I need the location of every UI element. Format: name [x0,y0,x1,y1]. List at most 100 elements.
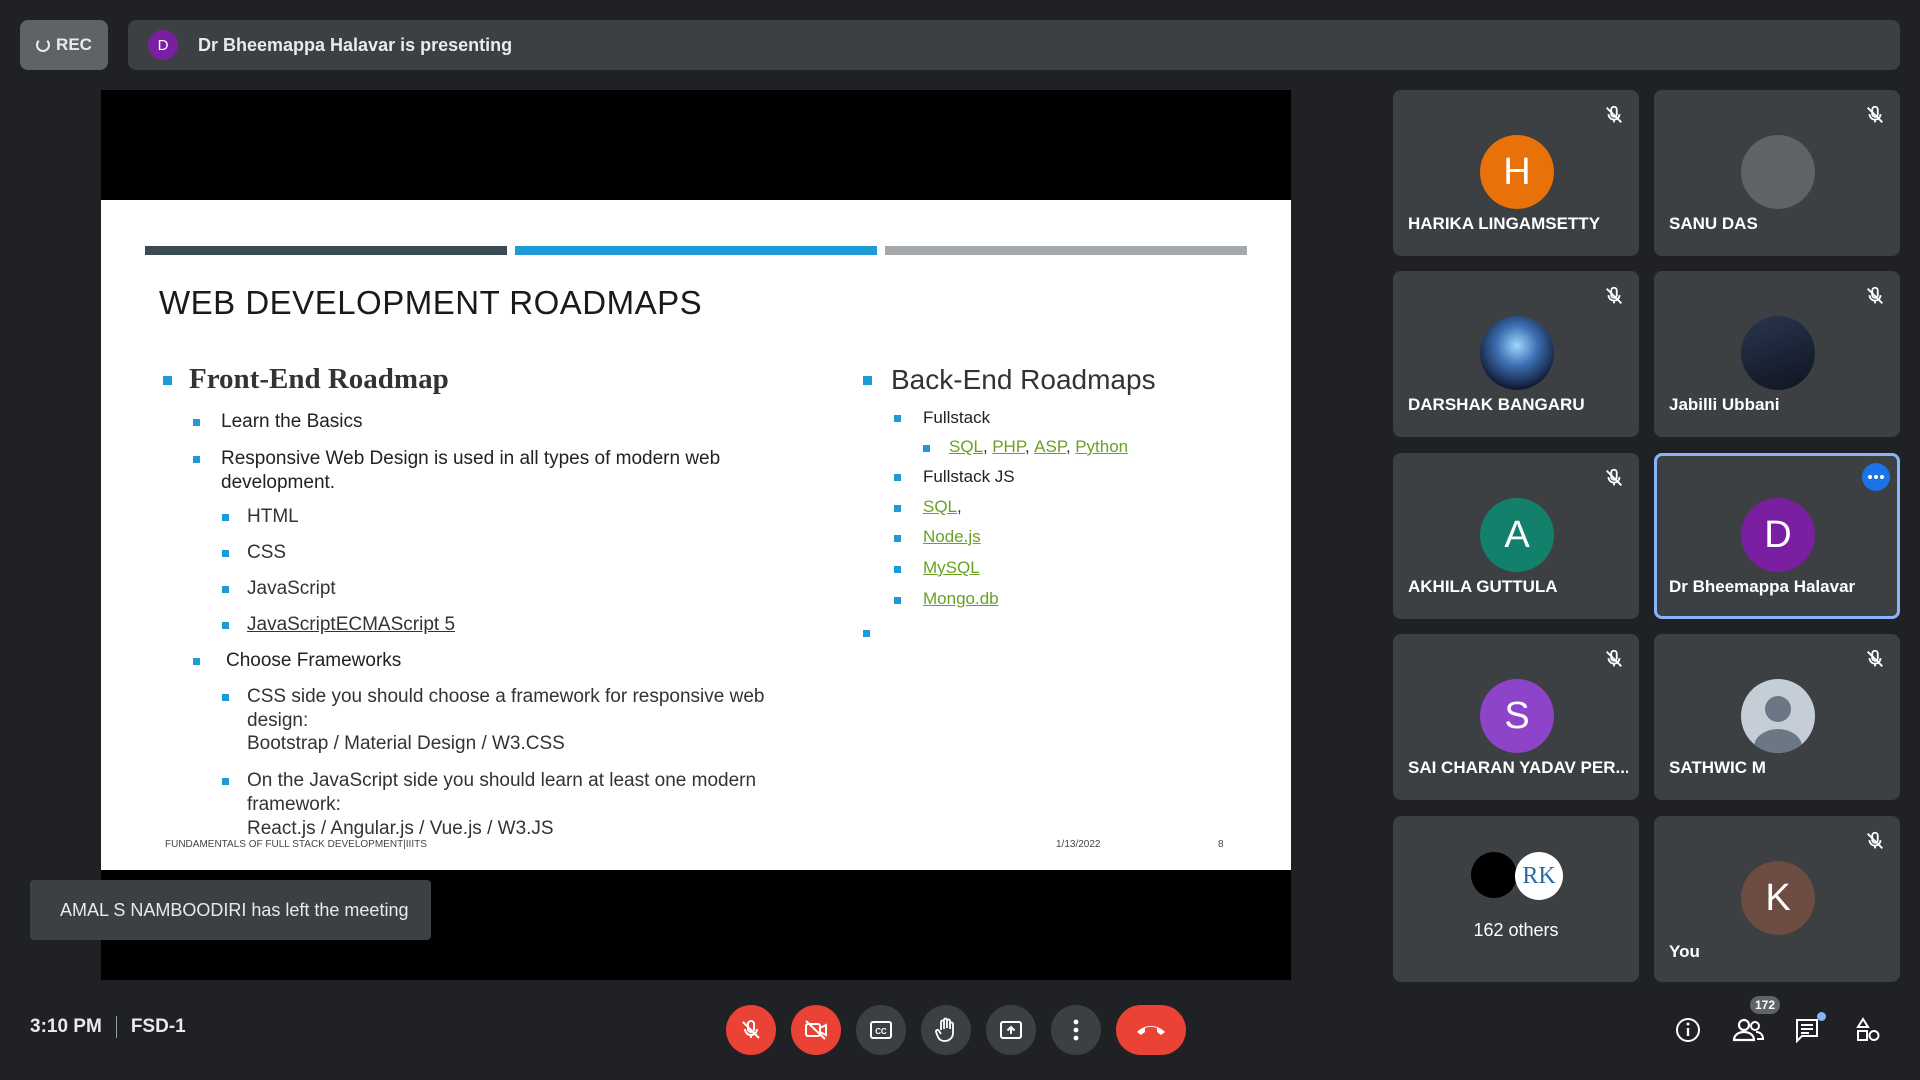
bullet [193,658,200,665]
svg-text:CC: CC [875,1027,887,1036]
activities-icon [1856,1017,1880,1041]
participant-tile[interactable]: SATHWIC M [1654,634,1900,800]
slide-stripe-dark [145,246,507,255]
asp-link[interactable]: ASP [1034,437,1066,456]
participant-tile-speaking[interactable]: D Dr Bheemappa Halavar [1654,453,1900,619]
comma: , [983,437,988,456]
mic-toggle-button[interactable] [726,1005,776,1055]
captions-icon: CC [870,1021,892,1039]
hang-up-icon [1137,1026,1165,1035]
bullet [222,778,229,785]
bullet [193,419,200,426]
slide-stripe-blue [515,246,877,255]
bullet [894,415,901,422]
bullet [222,622,229,629]
responsive-line1: Responsive Web Design is used in all typ… [221,448,721,469]
leave-call-button[interactable] [1116,1005,1186,1055]
slide-date: 1/13/2022 [1056,839,1101,850]
slide: WEB DEVELOPMENT ROADMAPS Front-End Roadm… [101,200,1291,870]
avatar [1480,316,1554,390]
participant-tile[interactable]: Jabilli Ubbani [1654,271,1900,437]
camera-toggle-button[interactable] [791,1005,841,1055]
avatar [1741,316,1815,390]
chat-icon [1796,1019,1818,1043]
participant-name: SAI CHARAN YADAV PER... [1408,758,1628,777]
bullet [222,694,229,701]
avatar: S [1480,679,1554,753]
mic-off-icon [1606,649,1622,667]
bullet [222,586,229,593]
present-button[interactable] [986,1005,1036,1055]
bullet [863,376,872,385]
camera-off-icon [805,1020,827,1040]
participant-tile[interactable]: DARSHAK BANGARU [1393,271,1639,437]
participant-name: SATHWIC M [1669,758,1766,777]
others-count: 162 others [1473,920,1559,940]
html-item: HTML [247,506,299,527]
comma: , [957,497,962,516]
mic-off-icon [1867,649,1883,667]
mic-off-icon [1867,286,1883,304]
sql-link[interactable]: SQL [949,437,983,456]
others-avatar-1 [1471,852,1517,898]
others-tile[interactable]: RK 162 others [1393,816,1639,982]
divider [115,1016,117,1038]
bullet [894,505,901,512]
clock: 3:10 PM [30,1016,102,1037]
bullet [222,514,229,521]
javascript-item: JavaScript [247,578,336,599]
bullet [863,630,870,637]
meeting-details-button[interactable] [1672,1014,1704,1046]
js-framework-line3: React.js / Angular.js / Vue.js / W3.JS [247,818,554,839]
participant-name: Jabilli Ubbani [1669,395,1780,414]
mongodb-link[interactable]: Mongo.db [923,589,999,609]
nodejs-link[interactable]: Node.js [923,527,981,547]
recording-icon [36,38,51,52]
captions-button[interactable]: CC [856,1005,906,1055]
fullstack-links: SQL, PHP, ASP, Python [949,437,1128,457]
learn-basics-text: Learn the Basics [221,411,363,432]
participant-name: HARIKA LINGAMSETTY [1408,214,1601,233]
avatar: D [1741,498,1815,572]
mic-off-icon [1606,286,1622,304]
participant-tile[interactable]: SANU DAS [1654,90,1900,256]
activities-button[interactable] [1852,1014,1884,1046]
sql-link-2[interactable]: SQL [923,497,957,516]
bullet [163,376,172,385]
mic-off-icon [1867,831,1883,849]
default-user-icon [1741,679,1815,753]
people-button[interactable] [1732,1014,1764,1046]
participant-name: Dr Bheemappa Halavar [1669,577,1856,596]
mysql-link[interactable]: MySQL [923,558,980,578]
avatar: A [1480,498,1554,572]
recording-indicator[interactable]: REC [20,20,108,70]
mic-off-icon [1606,105,1622,123]
more-options-button[interactable] [1051,1005,1101,1055]
back-end-heading: Back-End Roadmaps [891,364,1156,395]
css-framework-line2: design: [247,710,309,731]
responsive-line2: development. [221,472,336,493]
sql-item: SQL, [923,497,962,517]
participant-tile[interactable]: A AKHILA GUTTULA [1393,453,1639,619]
participant-tile[interactable]: S SAI CHARAN YADAV PER... [1393,634,1639,800]
slide-footer: FUNDAMENTALS OF FULL STACK DEVELOPMENT|I… [165,839,427,850]
info-icon [1676,1018,1700,1042]
css-item: CSS [247,542,287,563]
slide-title: WEB DEVELOPMENT ROADMAPS [159,284,703,321]
participant-tile[interactable]: H HARIKA LINGAMSETTY [1393,90,1639,256]
more-options-icon[interactable] [1862,463,1890,491]
mic-off-icon [1867,105,1883,123]
others-avatar-2: RK [1515,852,1563,900]
js-framework-line1: On the JavaScript side you should learn … [247,770,757,791]
slide-stripe-gray [885,246,1247,255]
self-tile[interactable]: K You [1654,816,1900,982]
python-link[interactable]: Python [1075,437,1128,456]
recording-label: REC [56,35,92,54]
present-screen-icon [1000,1021,1022,1039]
participant-name: AKHILA GUTTULA [1408,577,1558,596]
presenter-avatar: D [148,30,178,60]
php-link[interactable]: PHP [992,437,1025,456]
raise-hand-button[interactable] [921,1005,971,1055]
participant-count-badge: 172 [1750,996,1781,1014]
people-icon [1732,1018,1764,1042]
